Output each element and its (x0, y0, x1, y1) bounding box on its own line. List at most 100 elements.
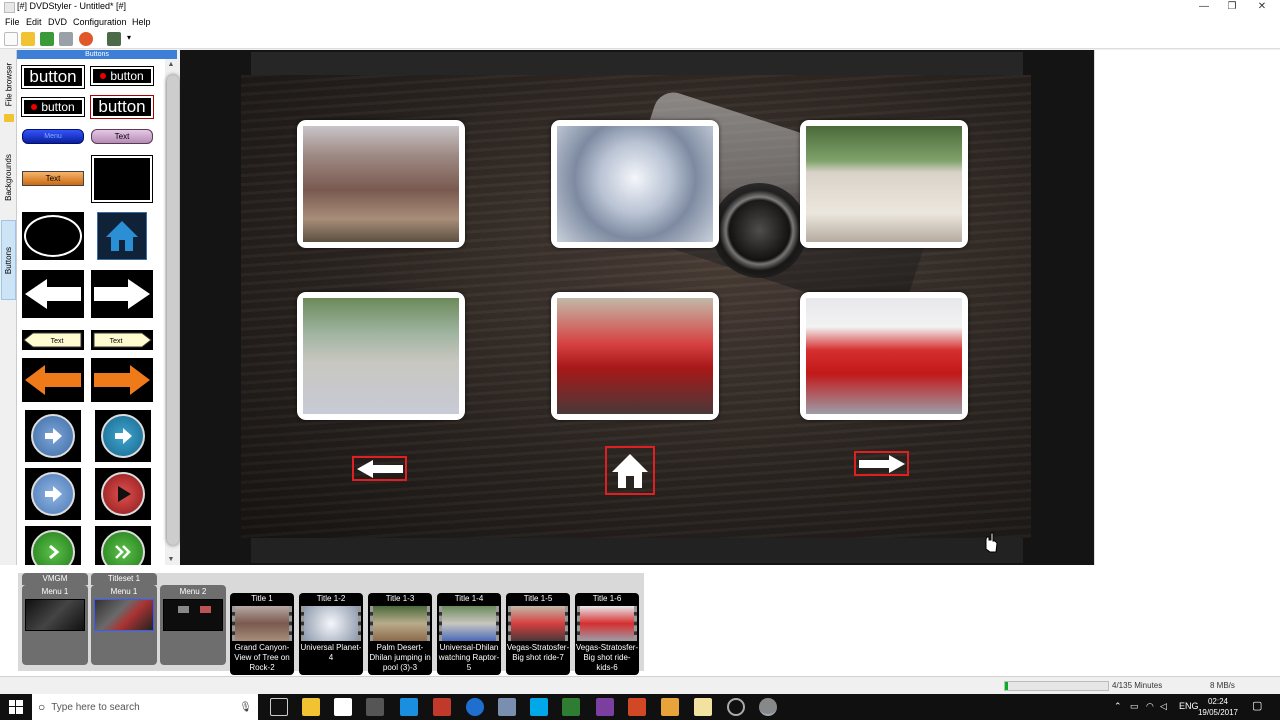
app-icon-1[interactable] (366, 698, 384, 716)
menu-thumb-universal-dhilan[interactable] (297, 292, 465, 420)
canvas-side-area (1094, 50, 1280, 565)
palette-button-ellipse[interactable] (22, 212, 84, 260)
titleset-menu-1-thumbnail[interactable] (94, 599, 154, 631)
palette-button-text-pink[interactable]: Text (91, 129, 153, 144)
start-button[interactable] (0, 694, 32, 720)
taskbar-clock[interactable]: 02:24 19/05/2017 (1196, 696, 1240, 718)
app-icon-4[interactable] (498, 698, 516, 716)
title-cell-6[interactable]: Title 1-6 Vegas-Stratosfer-Big shot ride… (575, 593, 639, 675)
tab-file-browser[interactable]: File browser (1, 54, 16, 114)
palette-button-circle-arrow-3[interactable] (25, 468, 81, 520)
titleset-menu-2-thumbnail[interactable] (163, 599, 223, 631)
open-folder-icon[interactable] (21, 32, 35, 46)
app-icon-3[interactable] (433, 698, 451, 716)
palette-button-orange-right[interactable] (91, 358, 153, 402)
network-icon[interactable]: ▭ (1130, 701, 1139, 712)
palette-button-green-fastforward[interactable] (95, 526, 151, 565)
burn-disc-icon[interactable] (79, 32, 93, 46)
show-hidden-icons-icon[interactable]: ⌃ (1114, 701, 1122, 712)
volume-icon[interactable]: ◁ (1160, 701, 1167, 712)
menu-next-button[interactable] (854, 451, 909, 476)
chevron-down-icon[interactable]: ▾ (127, 33, 131, 42)
settings-wrench-icon[interactable] (59, 32, 73, 46)
text-arrow-right-icon: Text (93, 332, 152, 348)
menu-thumb-palm-desert[interactable] (800, 120, 968, 248)
title-2-thumbnail (301, 606, 361, 641)
minimize-button[interactable]: — (1190, 0, 1218, 15)
menu-edit[interactable]: Edit (26, 17, 42, 27)
palette-button-black-frame[interactable] (91, 155, 153, 203)
save-icon[interactable] (40, 32, 54, 46)
scroll-up-icon[interactable]: ▲ (165, 61, 177, 68)
title-cell-4[interactable]: Title 1-4 Universal-Dhilan watching Rapt… (437, 593, 501, 675)
menu-home-button[interactable] (605, 446, 655, 495)
palette-button-text-white[interactable]: button (21, 65, 85, 89)
group-vmgm[interactable]: Menu 1 (22, 585, 88, 665)
store-icon[interactable] (334, 698, 352, 716)
app-icon-7[interactable] (727, 698, 745, 716)
title-6-thumbnail (577, 606, 637, 641)
palette-button-home[interactable] (97, 212, 147, 260)
tab-buttons[interactable]: Buttons (1, 220, 16, 300)
title-cell-5[interactable]: Title 1-5 Vegas-Stratosfer-Big shot ride… (506, 593, 570, 675)
palette-button-textarrow-right[interactable]: Text (91, 330, 153, 350)
palette-button-green-next[interactable] (25, 526, 81, 565)
app-icon-5[interactable] (661, 698, 679, 716)
menu-help[interactable]: Help (132, 17, 151, 27)
new-file-icon[interactable] (4, 32, 18, 46)
title-cell-2[interactable]: Title 1-2 Universal Planet-4 (299, 593, 363, 675)
excel-icon[interactable] (562, 698, 580, 716)
taskbar-search-box[interactable]: ○ Type here to search 🎙 (32, 694, 258, 720)
titleset-panel: VMGM Menu 1 Titleset 1 Menu 1 Menu 2 Tit… (18, 573, 644, 675)
menu-configuration[interactable]: Configuration (73, 17, 127, 27)
palette-button-circle-arrow-2[interactable] (95, 410, 151, 462)
windows-logo-icon (9, 700, 23, 714)
tab-backgrounds[interactable]: Backgrounds (1, 146, 16, 208)
palette-button-arrow-right[interactable] (91, 270, 153, 318)
group-titleset-1-menu-1[interactable]: Menu 1 (91, 585, 157, 665)
title-cell-1[interactable]: Title 1 Grand Canyon-View of Tree on Roc… (230, 593, 294, 675)
notifications-icon[interactable]: ▢ (1252, 699, 1262, 712)
palette-button-play-red[interactable] (95, 468, 151, 520)
palette-button-textarrow-left[interactable]: Text (22, 330, 84, 350)
menu-thumb-vegas-stratosfer-kids[interactable] (800, 292, 968, 420)
palette-button-orange-left[interactable] (22, 358, 84, 402)
palette-button-dot[interactable]: button (90, 66, 154, 86)
scroll-down-icon[interactable]: ▼ (165, 556, 177, 563)
palette-button-circle-arrow-1[interactable] (25, 410, 81, 462)
task-view-icon[interactable] (270, 698, 288, 716)
title-1-thumbnail (232, 606, 292, 641)
app-icon-2[interactable] (400, 698, 418, 716)
maximize-button[interactable]: ❐ (1218, 0, 1246, 15)
menu-thumb-vegas-stratosfer[interactable] (551, 292, 719, 420)
add-title-icon[interactable] (107, 32, 121, 46)
wifi-icon[interactable]: ◠ (1146, 701, 1154, 712)
menu-thumb-universal-globe[interactable] (551, 120, 719, 248)
close-button[interactable]: ✕ (1248, 0, 1276, 15)
title-cell-3[interactable]: Title 1-3 Palm Desert-Dhilan jumping in … (368, 593, 432, 675)
onenote-icon[interactable] (596, 698, 614, 716)
app-icon-6[interactable] (694, 698, 712, 716)
powerpoint-icon[interactable] (628, 698, 646, 716)
dvdstyler-taskbar-icon[interactable] (759, 698, 777, 716)
menu-thumb-grand-canyon[interactable] (297, 120, 465, 248)
title-bar: [#] DVDStyler - Untitled* [#] — ❐ ✕ (0, 0, 1280, 15)
edge-icon[interactable] (466, 698, 484, 716)
vmgm-menu-1-thumbnail[interactable] (25, 599, 85, 631)
microphone-icon[interactable]: 🎙 (239, 702, 252, 713)
palette-scrollbar[interactable]: ▲ ▼ (165, 59, 179, 565)
palette-button-text-orange[interactable]: Text (22, 171, 84, 186)
palette-button-text-red[interactable]: button (90, 95, 154, 119)
group-titleset-1-menu-2[interactable]: Menu 2 (160, 585, 226, 665)
menu-dvd[interactable]: DVD (48, 17, 67, 27)
palette-button-menu-blue[interactable]: Menu (22, 129, 84, 144)
palette-button-dot-2[interactable]: button (21, 97, 85, 117)
skype-icon[interactable] (530, 698, 548, 716)
file-explorer-icon[interactable] (302, 698, 320, 716)
menu-file[interactable]: File (5, 17, 20, 27)
menu-previous-button[interactable] (352, 456, 407, 481)
palette-button-arrow-left[interactable] (22, 270, 84, 318)
circle-arrow-right-teal-icon (101, 414, 145, 458)
scrollbar-thumb[interactable] (167, 75, 179, 545)
minutes-status: 4/135 Minutes (1112, 681, 1163, 690)
